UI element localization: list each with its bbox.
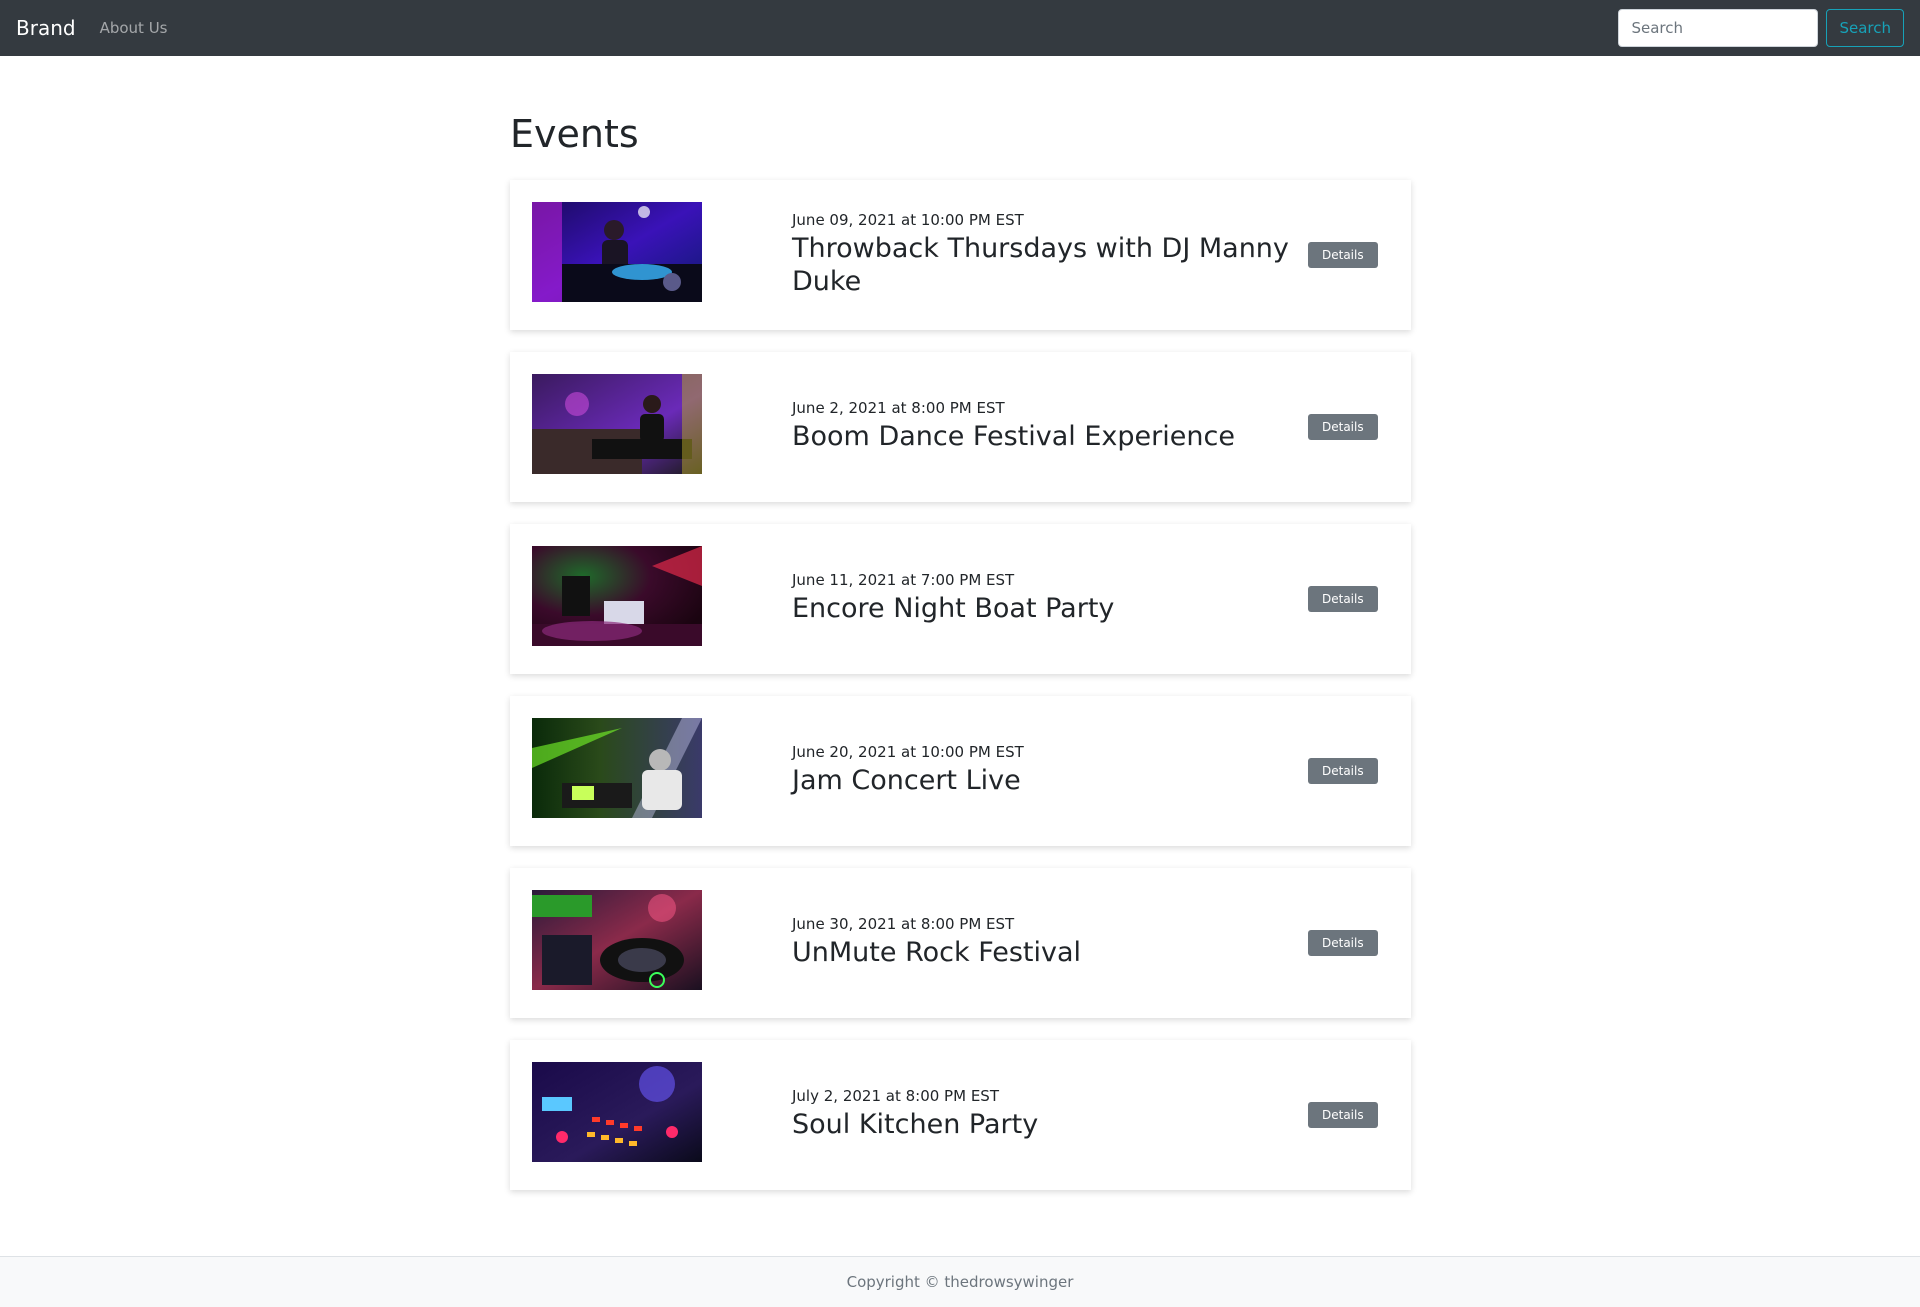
- event-date: June 11, 2021 at 7:00 PM EST: [792, 571, 1015, 590]
- event-date: June 20, 2021 at 10:00 PM EST: [792, 743, 1024, 762]
- dj-stage-image: [532, 373, 702, 474]
- event-thumbnail: [532, 717, 702, 818]
- search-input[interactable]: [1618, 9, 1819, 47]
- event-info: June 30, 2021 at 8:00 PM EST UnMute Rock…: [792, 868, 1292, 1018]
- turntable-image: [532, 889, 702, 990]
- event-thumbnail: [532, 373, 702, 474]
- concert-lights-image: [532, 717, 702, 818]
- nav-link-about-us[interactable]: About Us: [100, 19, 168, 37]
- mixer-image: [532, 1061, 702, 1162]
- event-info: June 11, 2021 at 7:00 PM EST Encore Nigh…: [792, 524, 1292, 674]
- event-title: Soul Kitchen Party: [792, 1109, 1039, 1141]
- page-footer: Copyright © thedrowsywinger: [0, 1256, 1920, 1307]
- copyright-text: Copyright © thedrowsywinger: [846, 1273, 1074, 1291]
- event-card: June 11, 2021 at 7:00 PM EST Encore Nigh…: [510, 523, 1411, 674]
- event-thumbnail: [532, 201, 702, 302]
- event-date: June 2, 2021 at 8:00 PM EST: [792, 399, 1005, 418]
- event-card: July 2, 2021 at 8:00 PM EST Soul Kitchen…: [510, 1039, 1411, 1190]
- event-thumbnail: [532, 545, 702, 646]
- event-date: July 2, 2021 at 8:00 PM EST: [792, 1087, 999, 1106]
- event-date: June 30, 2021 at 8:00 PM EST: [792, 915, 1015, 934]
- event-info: June 09, 2021 at 10:00 PM EST Throwback …: [792, 180, 1292, 330]
- event-title: Throwback Thursdays with DJ Manny Duke: [792, 232, 1289, 297]
- event-card: June 09, 2021 at 10:00 PM EST Throwback …: [510, 179, 1411, 330]
- event-thumbnail: [532, 889, 702, 990]
- details-button[interactable]: Details: [1308, 757, 1378, 784]
- brand-link[interactable]: Brand: [16, 16, 76, 40]
- dj-booth-image: [532, 201, 702, 302]
- event-info: July 2, 2021 at 8:00 PM EST Soul Kitchen…: [792, 1040, 1292, 1190]
- details-button[interactable]: Details: [1308, 585, 1378, 612]
- events-section: Events June 09, 2021 at 10:00 PM EST Thr…: [510, 112, 1411, 1212]
- details-button[interactable]: Details: [1308, 413, 1378, 440]
- details-button[interactable]: Details: [1308, 1101, 1378, 1128]
- event-card: June 30, 2021 at 8:00 PM EST UnMute Rock…: [510, 867, 1411, 1018]
- event-date: June 09, 2021 at 10:00 PM EST: [792, 210, 1024, 229]
- details-button[interactable]: Details: [1308, 929, 1378, 956]
- event-thumbnail: [532, 1061, 702, 1162]
- event-info: June 2, 2021 at 8:00 PM EST Boom Dance F…: [792, 352, 1292, 502]
- search-button[interactable]: Search: [1826, 9, 1904, 47]
- event-info: June 20, 2021 at 10:00 PM EST Jam Concer…: [792, 696, 1292, 846]
- boat-party-image: [532, 545, 702, 646]
- event-card: June 20, 2021 at 10:00 PM EST Jam Concer…: [510, 695, 1411, 846]
- search-form: Search: [1618, 9, 1904, 47]
- details-button[interactable]: Details: [1308, 241, 1378, 268]
- event-card: June 2, 2021 at 8:00 PM EST Boom Dance F…: [510, 351, 1411, 502]
- event-title: Encore Night Boat Party: [792, 593, 1115, 625]
- event-title: Boom Dance Festival Experience: [792, 421, 1235, 453]
- event-title: Jam Concert Live: [792, 765, 1021, 797]
- top-navbar: Brand About Us Search: [0, 0, 1920, 56]
- page-title: Events: [510, 112, 639, 156]
- event-title: UnMute Rock Festival: [792, 937, 1082, 969]
